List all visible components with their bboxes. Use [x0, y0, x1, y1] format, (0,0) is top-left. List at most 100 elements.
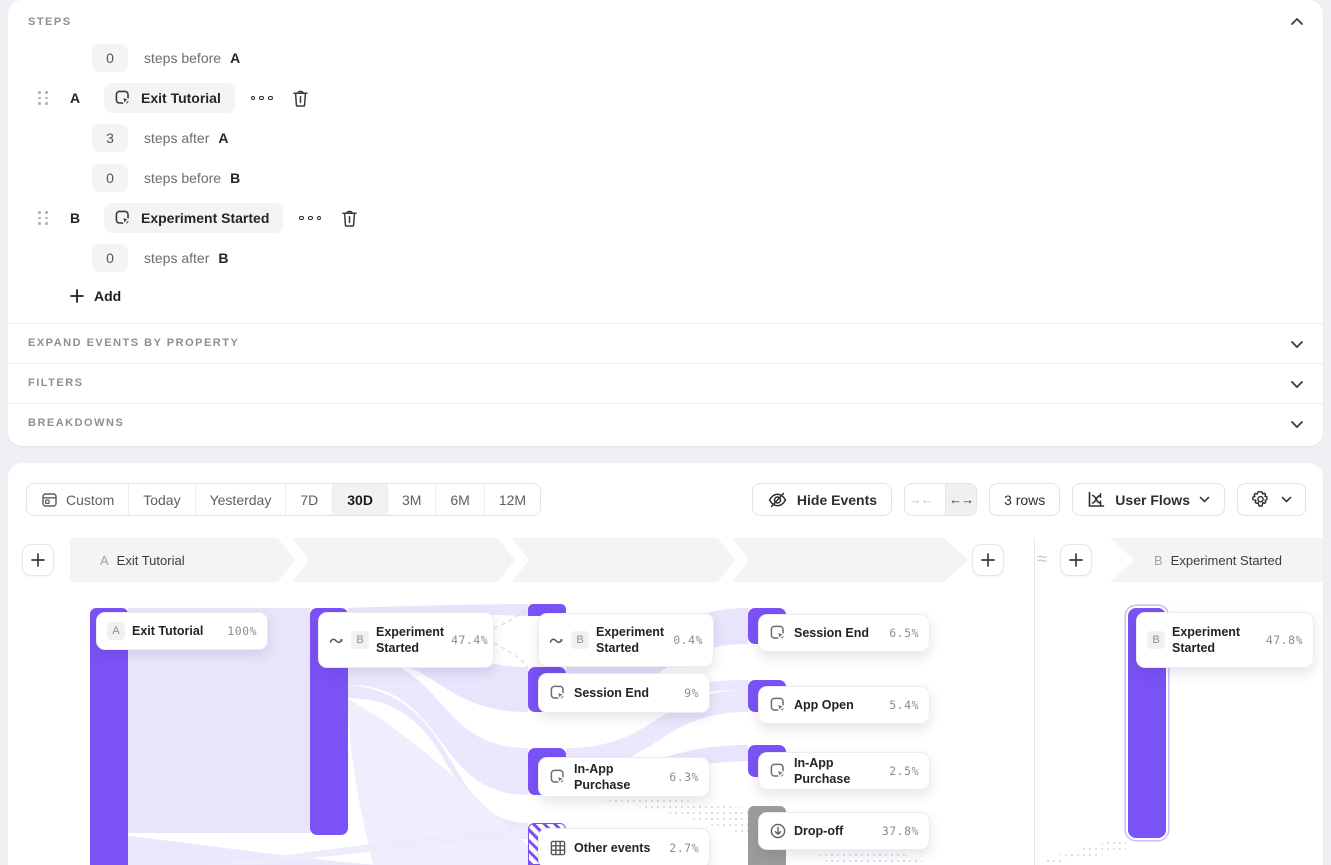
step-b-badge: B	[571, 631, 589, 649]
plus-icon	[981, 553, 995, 567]
plus-icon	[70, 289, 84, 303]
view-type-dropdown[interactable]: User Flows	[1072, 483, 1225, 516]
flow-card-other-events[interactable]: Other events 2.7%	[538, 828, 710, 865]
flow-card-label: Session End	[794, 625, 882, 641]
step-a-event-chip[interactable]: Exit Tutorial	[104, 83, 235, 113]
steps-before-b-row: 0 steps before B	[92, 164, 240, 192]
flow-card-label: Experiment Started	[1172, 624, 1259, 657]
range-custom[interactable]: Custom	[27, 484, 128, 515]
step-a-letter: A	[70, 90, 88, 106]
step-b-event-label: Experiment Started	[141, 210, 269, 226]
steps-before-a-input[interactable]: 0	[92, 44, 128, 72]
plus-icon	[31, 553, 45, 567]
steps-after-a-row: 3 steps after A	[92, 124, 229, 152]
flow-card-drop-off[interactable]: Drop-off 37.8%	[758, 812, 930, 850]
flow-card-label: Experiment Started	[596, 624, 666, 657]
view-type-label: User Flows	[1115, 492, 1190, 508]
event-click-icon	[549, 684, 567, 702]
approx-gap-symbol: ≈	[1026, 538, 1058, 582]
range-today[interactable]: Today	[128, 484, 194, 515]
drag-handle-icon[interactable]	[38, 211, 49, 225]
drop-off-icon	[769, 822, 787, 840]
flow-card-percent: 47.8%	[1266, 633, 1303, 647]
filters-accordion[interactable]: FILTERS	[8, 363, 1323, 403]
range-7d[interactable]: 7D	[285, 484, 332, 515]
event-click-icon	[114, 209, 132, 227]
add-step-button[interactable]: Add	[70, 288, 121, 304]
steps-after-b-input[interactable]: 0	[92, 244, 128, 272]
flow-card-experiment-started-478[interactable]: B Experiment Started 47.8%	[1136, 612, 1314, 668]
range-12m[interactable]: 12M	[484, 484, 540, 515]
step-b-badge: B	[351, 631, 369, 649]
event-click-icon	[769, 624, 787, 642]
drag-handle-icon[interactable]	[38, 91, 49, 105]
band-chevron-separator	[716, 538, 750, 582]
step-b-delete-trash-icon[interactable]	[339, 207, 359, 229]
breakdowns-accordion[interactable]: BREAKDOWNS	[8, 403, 1323, 443]
steps-after-a-input[interactable]: 3	[92, 124, 128, 152]
steps-after-b-row: 0 steps after B	[92, 244, 229, 272]
steps-before-a-label: steps before	[144, 50, 221, 66]
column-band-step-a[interactable]: A Exit Tutorial	[70, 538, 968, 582]
range-3m[interactable]: 3M	[387, 484, 435, 515]
step-a-more-options-icon[interactable]	[251, 83, 273, 113]
range-yesterday[interactable]: Yesterday	[195, 484, 286, 515]
steps-after-b-label: steps after	[144, 250, 209, 266]
flow-card-label: Exit Tutorial	[132, 623, 220, 639]
band-a-letter: A	[100, 553, 109, 568]
add-column-before-b-button[interactable]	[1060, 544, 1092, 576]
breakdowns-label: BREAKDOWNS	[28, 417, 124, 429]
steps-before-b-label: steps before	[144, 170, 221, 186]
rows-count-button[interactable]: 3 rows	[989, 483, 1060, 516]
flow-card-label: Drop-off	[794, 823, 875, 839]
flow-card-percent: 0.4%	[673, 633, 703, 647]
eye-off-icon	[767, 491, 788, 509]
range-6m[interactable]: 6M	[435, 484, 483, 515]
expand-columns-button[interactable]: ←→	[945, 484, 976, 515]
user-flows-icon	[1087, 491, 1106, 508]
steps-before-b-ref: B	[230, 170, 240, 186]
width-toggle-group: →← ←→	[904, 483, 977, 516]
hide-events-button[interactable]: Hide Events	[752, 483, 892, 516]
steps-before-a-row: 0 steps before A	[92, 44, 240, 72]
expand-events-accordion[interactable]: EXPAND EVENTS BY PROPERTY	[8, 323, 1323, 363]
flow-card-app-open[interactable]: App Open 5.4%	[758, 686, 930, 724]
event-click-icon	[769, 696, 787, 714]
chevron-down-icon	[1199, 496, 1210, 503]
step-a-event-label: Exit Tutorial	[141, 90, 221, 106]
event-click-icon	[549, 768, 567, 786]
steps-after-a-ref: A	[218, 130, 228, 146]
step-b-letter: B	[70, 210, 88, 226]
flow-card-label: App Open	[794, 697, 882, 713]
flow-card-session-end-9[interactable]: Session End 9%	[538, 673, 710, 713]
collapse-steps-chevron-up-icon[interactable]	[1289, 14, 1305, 30]
settings-dropdown-button[interactable]	[1237, 483, 1306, 516]
flow-card-in-app-purchase-25[interactable]: In-App Purchase 2.5%	[758, 752, 930, 790]
step-a-badge: A	[107, 622, 125, 640]
steps-before-b-input[interactable]: 0	[92, 164, 128, 192]
flow-card-experiment-started-47[interactable]: B Experiment Started 47.4%	[318, 612, 494, 668]
flow-card-percent: 2.5%	[889, 764, 919, 778]
hide-events-label: Hide Events	[797, 492, 877, 508]
step-a-delete-trash-icon[interactable]	[291, 87, 311, 109]
calendar-icon	[41, 491, 58, 508]
event-click-icon	[769, 762, 787, 780]
column-band-step-b[interactable]: B Experiment Started	[1110, 538, 1323, 582]
band-a-label: Exit Tutorial	[117, 553, 185, 568]
collapse-columns-button[interactable]: →←	[905, 484, 936, 515]
flow-card-percent: 5.4%	[889, 698, 919, 712]
add-column-before-a-button[interactable]	[22, 544, 54, 576]
flow-card-experiment-started-04[interactable]: B Experiment Started 0.4%	[538, 613, 714, 667]
flow-card-in-app-purchase-63[interactable]: In-App Purchase 6.3%	[538, 757, 710, 797]
add-column-after-a-button[interactable]	[972, 544, 1004, 576]
flow-chart-panel: Custom Today Yesterday 7D 30D 3M 6M 12M …	[8, 463, 1323, 865]
steps-after-b-ref: B	[218, 250, 228, 266]
step-b-more-options-icon[interactable]	[299, 203, 321, 233]
range-30d-selected[interactable]: 30D	[332, 484, 387, 515]
step-b-row: B Experiment Started	[38, 203, 359, 233]
step-b-event-chip[interactable]: Experiment Started	[104, 203, 283, 233]
chevron-down-icon	[1289, 376, 1305, 392]
grid-icon	[549, 839, 567, 857]
flow-card-session-end-65[interactable]: Session End 6.5%	[758, 614, 930, 652]
flow-card-exit-tutorial[interactable]: A Exit Tutorial 100%	[96, 612, 268, 650]
